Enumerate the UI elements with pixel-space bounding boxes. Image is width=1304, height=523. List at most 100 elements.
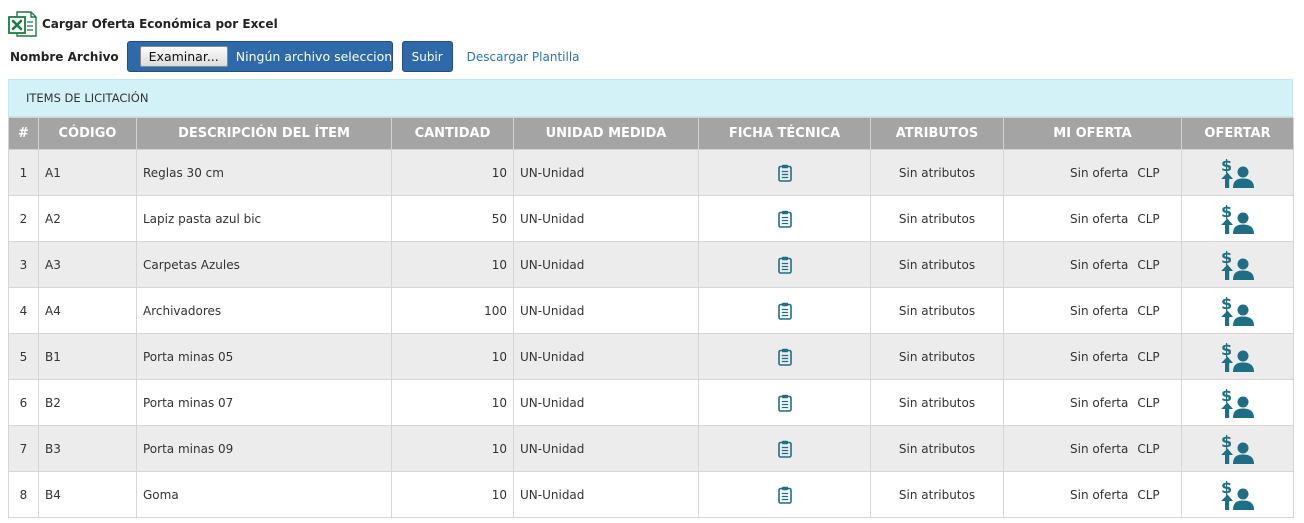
table-row: 1 A1 Reglas 30 cm 10 UN-Unidad Sin atributos S… [8, 149, 1294, 196]
browse-button[interactable]: Examinar... [139, 46, 228, 67]
bid-offer-icon[interactable]: $ [1219, 249, 1257, 281]
row-bid-action[interactable]: $ [1181, 241, 1294, 288]
row-unit: UN-Unidad [513, 379, 699, 426]
offer-currency: CLP [1137, 211, 1160, 226]
row-bid-action[interactable]: $ [1181, 333, 1294, 380]
row-description: Carpetas Azules [136, 241, 392, 288]
bid-offer-icon[interactable]: $ [1219, 295, 1257, 327]
clipboard-icon[interactable] [777, 256, 792, 274]
row-attributes: Sin atributos [870, 379, 1004, 426]
offer-status: Sin oferta [1070, 303, 1129, 318]
row-datasheet[interactable] [698, 287, 871, 334]
col-header-datasheet: FICHA TÉCNICA [698, 117, 871, 150]
row-attributes: Sin atributos [870, 195, 1004, 242]
row-datasheet[interactable] [698, 425, 871, 472]
row-description: Goma [136, 471, 392, 518]
row-code: B3 [38, 425, 137, 472]
row-unit: UN-Unidad [513, 333, 699, 380]
row-my-offer: Sin oferta CLP [1003, 241, 1182, 288]
row-attributes: Sin atributos [870, 333, 1004, 380]
row-datasheet[interactable] [698, 149, 871, 196]
row-code: A4 [38, 287, 137, 334]
row-index: 6 [8, 379, 39, 426]
row-code: A1 [38, 149, 137, 196]
col-header-quantity: CANTIDAD [391, 117, 514, 150]
table-row: 2 A2 Lapiz pasta azul bic 50 UN-Unidad Sin at… [8, 195, 1294, 242]
table-row: 6 B2 Porta minas 07 10 UN-Unidad Sin atributo… [8, 379, 1294, 426]
bid-offer-icon[interactable]: $ [1219, 433, 1257, 465]
row-datasheet[interactable] [698, 333, 871, 380]
clipboard-icon[interactable] [777, 394, 792, 412]
svg-text:$: $ [1221, 157, 1232, 175]
excel-icon [8, 11, 37, 37]
table-row: 5 B1 Porta minas 05 10 UN-Unidad Sin atributo… [8, 333, 1294, 380]
row-bid-action[interactable]: $ [1181, 287, 1294, 334]
bid-offer-icon[interactable]: $ [1219, 479, 1257, 511]
file-input[interactable]: Examinar... Ningún archivo seleccionado. [126, 41, 419, 72]
svg-text:$: $ [1221, 295, 1232, 313]
row-unit: UN-Unidad [513, 241, 699, 288]
upload-title-text: Cargar Oferta Económica por Excel [42, 17, 278, 31]
row-bid-action[interactable]: $ [1181, 471, 1294, 518]
row-attributes: Sin atributos [870, 287, 1004, 334]
clipboard-icon[interactable] [777, 348, 792, 366]
svg-text:$: $ [1221, 249, 1232, 267]
col-header-my-offer: MI OFERTA [1003, 117, 1182, 150]
items-panel-header: ITEMS DE LICITACIÓN [8, 79, 1293, 117]
row-code: A3 [38, 241, 137, 288]
file-name-label: Nombre Archivo [10, 49, 119, 64]
row-bid-action[interactable]: $ [1181, 379, 1294, 426]
offer-currency: CLP [1137, 395, 1160, 410]
offer-status: Sin oferta [1070, 441, 1129, 456]
bid-offer-icon[interactable]: $ [1219, 157, 1257, 189]
clipboard-icon[interactable] [777, 486, 792, 504]
upload-title: Cargar Oferta Económica por Excel [8, 10, 278, 38]
bid-offer-icon[interactable]: $ [1219, 203, 1257, 235]
svg-text:$: $ [1221, 341, 1232, 359]
svg-text:$: $ [1221, 433, 1232, 451]
row-description: Archivadores [136, 287, 392, 334]
svg-text:$: $ [1221, 387, 1232, 405]
row-unit: UN-Unidad [513, 287, 699, 334]
clipboard-icon[interactable] [777, 302, 792, 320]
row-unit: UN-Unidad [513, 149, 699, 196]
bid-offer-icon[interactable]: $ [1219, 387, 1257, 419]
row-bid-action[interactable]: $ [1181, 149, 1294, 196]
offer-currency: CLP [1137, 257, 1160, 272]
row-datasheet[interactable] [698, 241, 871, 288]
offer-currency: CLP [1137, 349, 1160, 364]
row-quantity: 10 [391, 149, 514, 196]
clipboard-icon[interactable] [777, 210, 792, 228]
clipboard-icon[interactable] [777, 164, 792, 182]
offer-status: Sin oferta [1070, 349, 1129, 364]
items-table: # CÓDIGO DESCRIPCIÓN DEL ÍTEM CANTIDAD U… [8, 117, 1294, 518]
row-quantity: 10 [391, 333, 514, 380]
row-index: 2 [8, 195, 39, 242]
row-datasheet[interactable] [698, 379, 871, 426]
row-index: 7 [8, 425, 39, 472]
offer-currency: CLP [1137, 165, 1160, 180]
row-my-offer: Sin oferta CLP [1003, 287, 1182, 334]
offer-status: Sin oferta [1070, 395, 1129, 410]
row-attributes: Sin atributos [870, 241, 1004, 288]
row-bid-action[interactable]: $ [1181, 195, 1294, 242]
row-index: 1 [8, 149, 39, 196]
col-header-description: DESCRIPCIÓN DEL ÍTEM [136, 117, 392, 150]
row-datasheet[interactable] [698, 471, 871, 518]
upload-row: Nombre Archivo Examinar... Ningún archiv… [10, 40, 580, 73]
row-my-offer: Sin oferta CLP [1003, 333, 1182, 380]
row-datasheet[interactable] [698, 195, 871, 242]
clipboard-icon[interactable] [777, 440, 792, 458]
col-header-attributes: ATRIBUTOS [870, 117, 1004, 150]
row-quantity: 50 [391, 195, 514, 242]
download-template-link[interactable]: Descargar Plantilla [467, 50, 580, 64]
row-attributes: Sin atributos [870, 471, 1004, 518]
bid-offer-icon[interactable]: $ [1219, 341, 1257, 373]
row-code: B1 [38, 333, 137, 380]
row-bid-action[interactable]: $ [1181, 425, 1294, 472]
row-unit: UN-Unidad [513, 195, 699, 242]
table-row: 3 A3 Carpetas Azules 10 UN-Unidad Sin atribut… [8, 241, 1294, 288]
offer-currency: CLP [1137, 303, 1160, 318]
upload-button[interactable]: Subir [401, 41, 453, 72]
svg-text:$: $ [1221, 479, 1232, 497]
